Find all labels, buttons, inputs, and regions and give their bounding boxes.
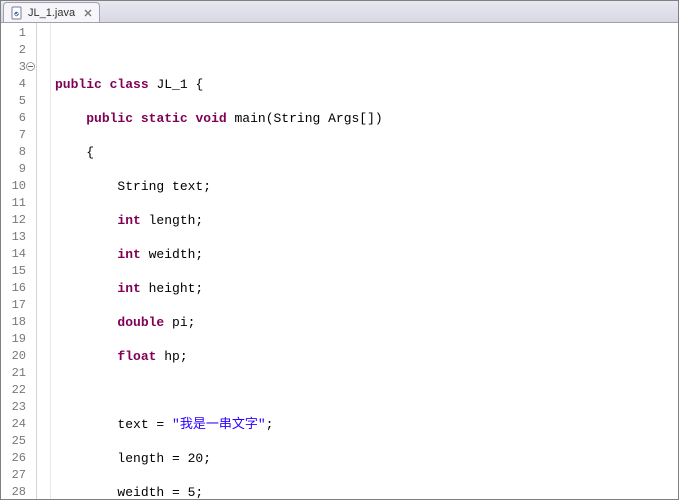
line-number: 14 [1,246,36,263]
code-line: public static void main(String Args[]) [55,110,678,127]
line-number: 13 [1,229,36,246]
tab-bar: JL_1.java [1,1,678,23]
line-number: 2 [1,42,36,59]
line-number: 10 [1,178,36,195]
code-line: text = "我是一串文字"; [55,416,678,433]
line-number: 12 [1,212,36,229]
line-number: 5 [1,93,36,110]
code-line: double pi; [55,314,678,331]
line-number: 6 [1,110,36,127]
line-number: 4 [1,76,36,93]
line-number: 1 [1,25,36,42]
code-line: int height; [55,280,678,297]
line-number: 26 [1,450,36,467]
line-number: 11 [1,195,36,212]
code-line: public class JL_1 { [55,76,678,93]
code-line: weidth = 5; [55,484,678,499]
line-gutter: 1234567891011121314151617181920212223242… [1,23,37,499]
line-number: 25 [1,433,36,450]
java-file-icon [10,6,24,20]
line-number: 16 [1,280,36,297]
code-line [55,382,678,399]
code-line: String text; [55,178,678,195]
line-number: 24 [1,416,36,433]
line-number: 22 [1,382,36,399]
line-number: 15 [1,263,36,280]
code-line: int weidth; [55,246,678,263]
line-number: 18 [1,314,36,331]
code-area[interactable]: public class JL_1 { public static void m… [51,23,678,499]
line-number: 28 [1,484,36,499]
code-editor[interactable]: 1234567891011121314151617181920212223242… [1,23,678,499]
fold-collapse-icon[interactable] [26,62,35,71]
close-icon[interactable] [83,8,93,18]
tab-label: JL_1.java [28,7,75,19]
editor-tab[interactable]: JL_1.java [3,2,100,22]
line-number: 9 [1,161,36,178]
line-number: 7 [1,127,36,144]
line-number: 8 [1,144,36,161]
line-number: 27 [1,467,36,484]
line-number: 20 [1,348,36,365]
line-number: 23 [1,399,36,416]
code-line [55,42,678,59]
code-line: float hp; [55,348,678,365]
line-number: 21 [1,365,36,382]
code-line: length = 20; [55,450,678,467]
code-line: int length; [55,212,678,229]
code-line: { [55,144,678,161]
line-number: 17 [1,297,36,314]
folding-strip [37,23,51,499]
line-number: 3 [1,59,36,76]
line-number: 19 [1,331,36,348]
